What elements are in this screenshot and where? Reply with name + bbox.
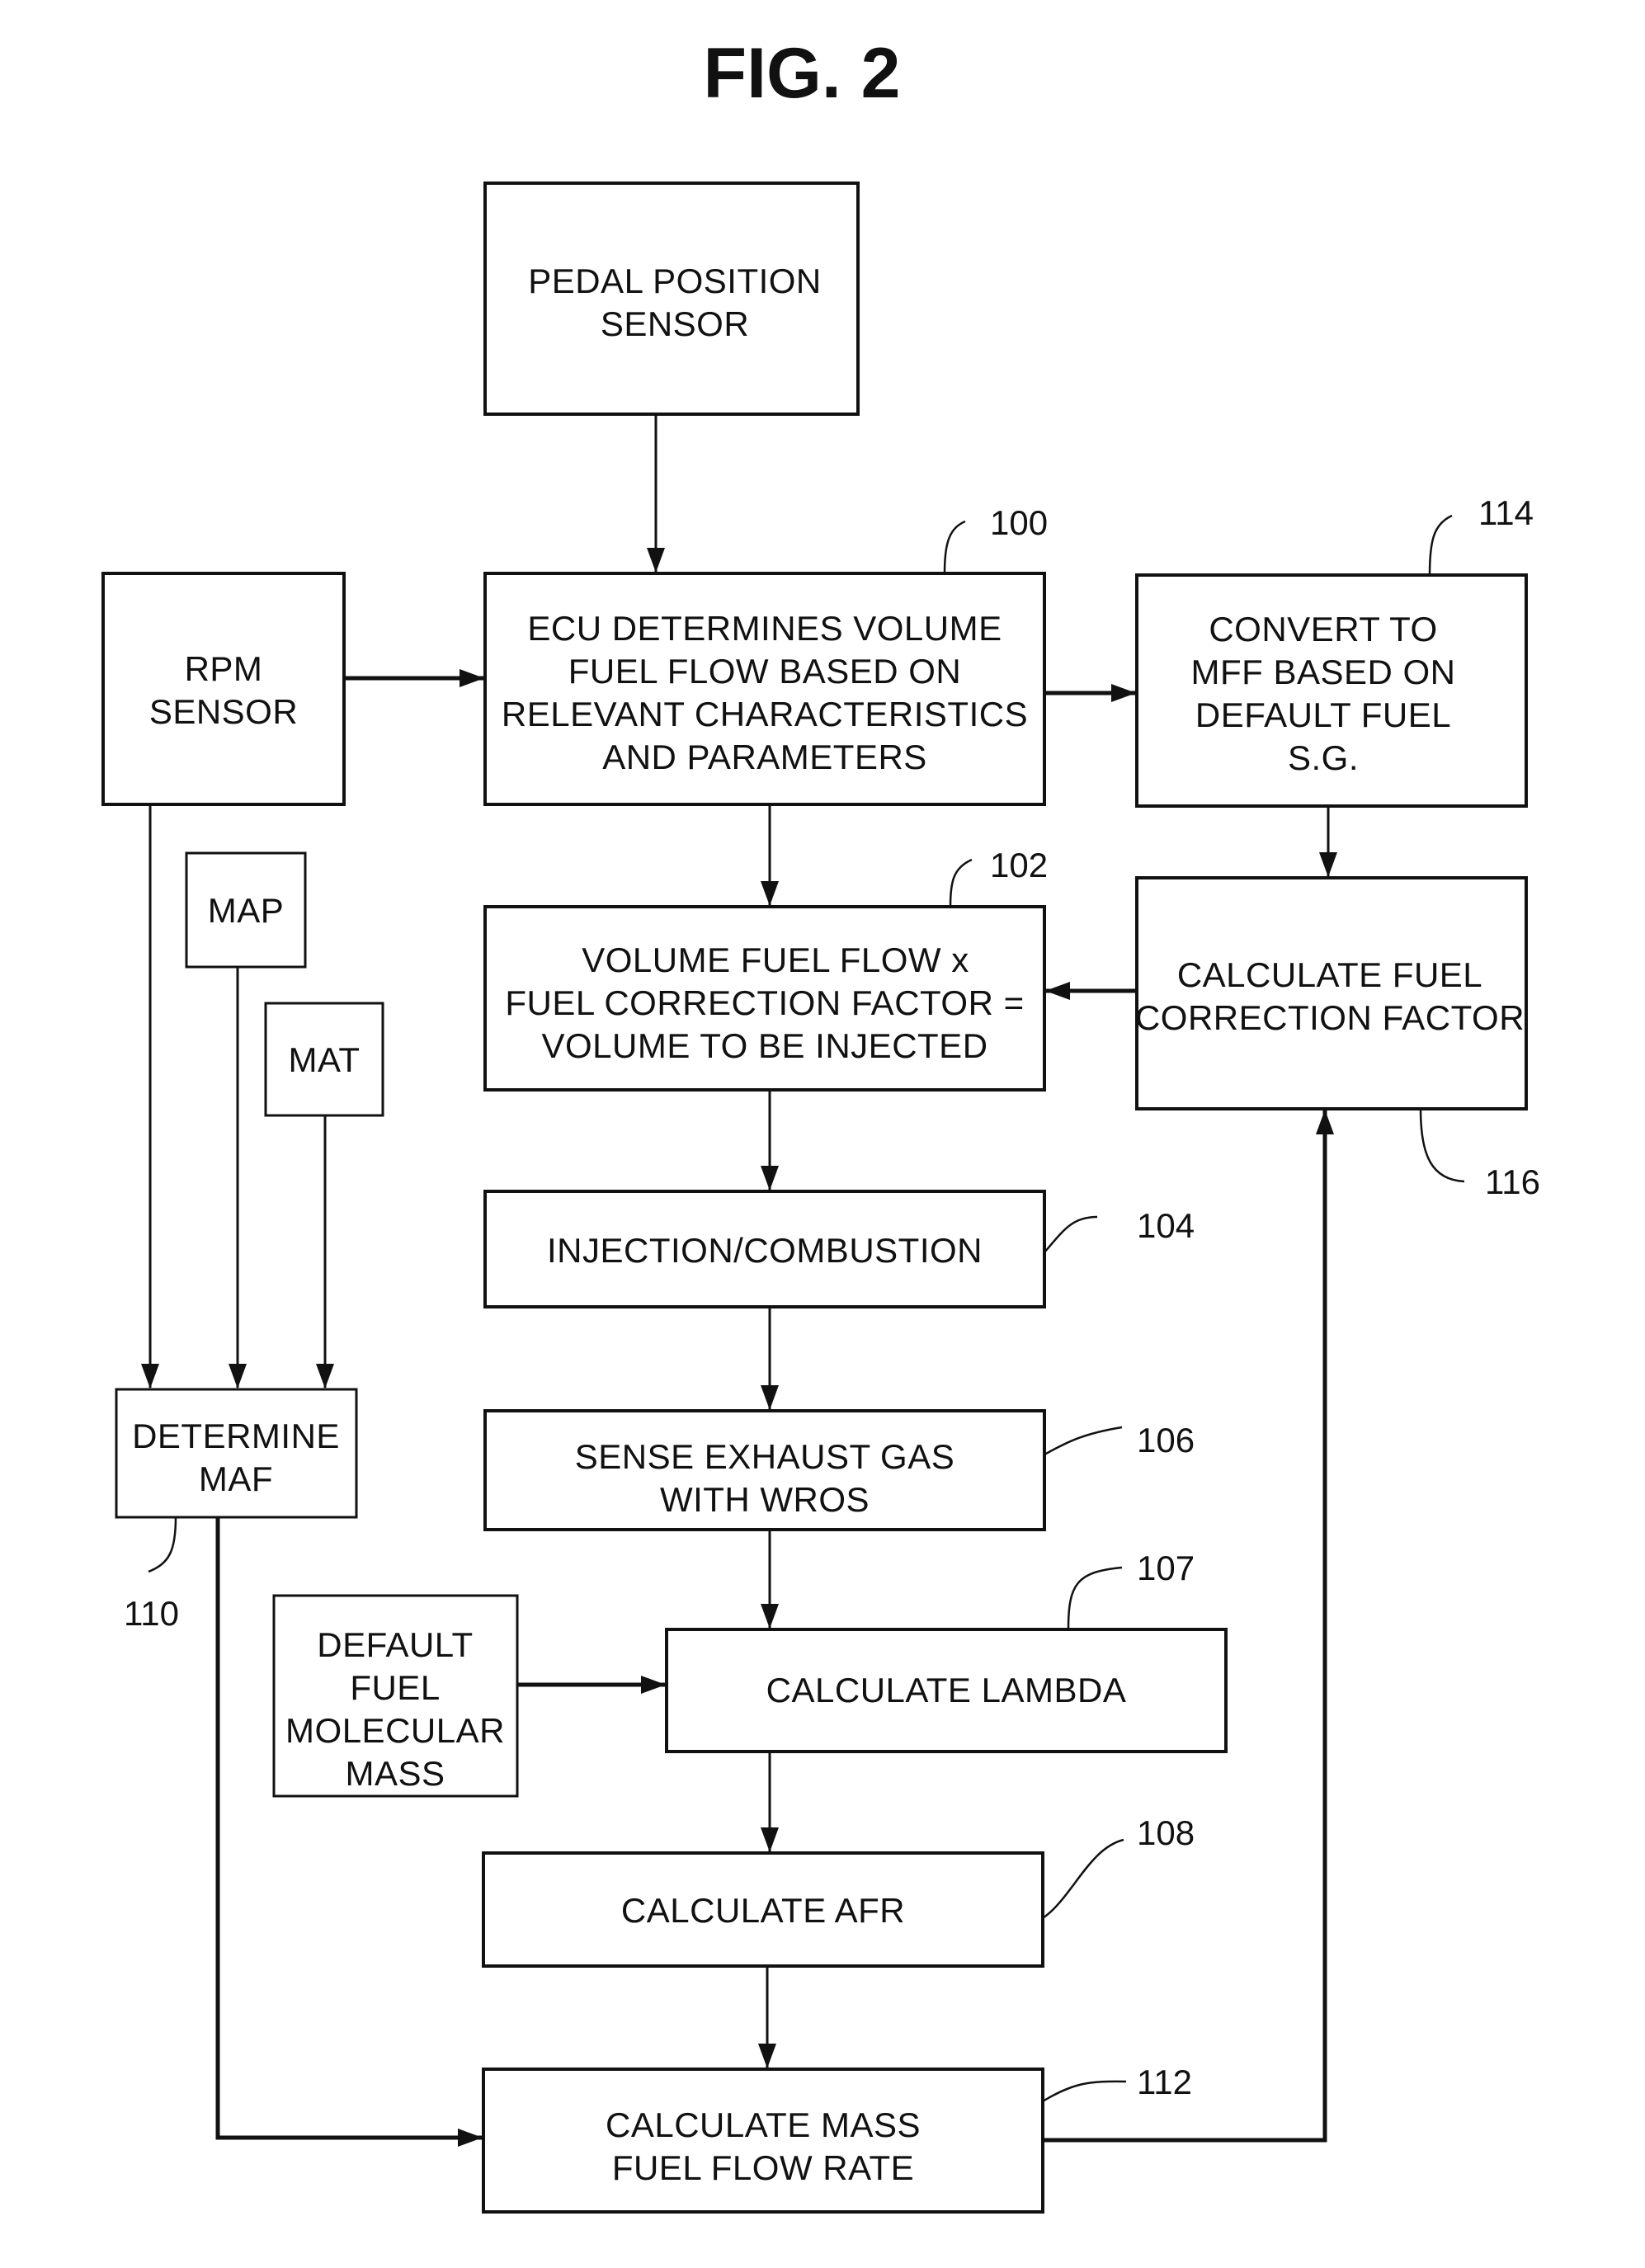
block-text-line: PEDAL POSITION xyxy=(528,262,822,300)
ref-label-100: 100 xyxy=(990,503,1048,542)
block-calculate-mass-fuel-flow-rate: CALCULATE MASS FUEL FLOW RATE xyxy=(482,2068,1044,2214)
block-convert-to-mff: CONVERT TO MFF BASED ON DEFAULT FUEL S.G… xyxy=(1135,573,1528,808)
block-text-line: AND PARAMETERS xyxy=(602,738,927,776)
block-text-line: FUEL CORRECTION FACTOR = xyxy=(505,983,1024,1022)
ref-label-104: 104 xyxy=(1137,1206,1195,1245)
block-text-line: DEFAULT xyxy=(317,1625,473,1664)
block-text-line: FUEL FLOW RATE xyxy=(612,2148,914,2187)
figure-title: FIG. 2 xyxy=(704,34,901,113)
ref-leader-112 xyxy=(1042,2080,1127,2103)
block-text-line: MFF BASED ON xyxy=(1190,653,1455,691)
block-text-line: MAF xyxy=(199,1459,273,1498)
ref-label-112: 112 xyxy=(1137,2063,1192,2101)
ref-leader-116 xyxy=(1419,1108,1465,1183)
block-pedal-position-sensor: PEDAL POSITION SENSOR xyxy=(483,182,860,416)
ref-label-102: 102 xyxy=(990,846,1048,884)
block-text-line: DETERMINE xyxy=(132,1417,340,1455)
ref-label-116: 116 xyxy=(1485,1162,1540,1201)
block-text-line: MAP xyxy=(208,891,285,930)
ref-leader-104 xyxy=(1044,1215,1098,1253)
block-text-line: DEFAULT FUEL xyxy=(1195,695,1451,734)
block-text-line: CALCULATE AFR xyxy=(621,1891,905,1930)
block-calculate-lambda: CALCULATE LAMBDA xyxy=(665,1628,1228,1753)
ref-label-110: 110 xyxy=(124,1594,179,1633)
ref-leader-106 xyxy=(1044,1426,1123,1456)
block-text-line: MOLECULAR xyxy=(285,1711,505,1750)
block-text-line: MAT xyxy=(288,1040,360,1079)
block-text-line: SENSOR xyxy=(149,692,298,731)
block-text-line: CONVERT TO xyxy=(1209,610,1437,648)
block-text-line: VOLUME FUEL FLOW x xyxy=(582,941,969,979)
ref-leader-107 xyxy=(1067,1566,1123,1630)
ref-label-108: 108 xyxy=(1137,1813,1195,1852)
block-text-line: RPM xyxy=(185,649,263,688)
block-rpm-sensor: RPM SENSOR xyxy=(101,572,346,806)
block-text-line: SENSE EXHAUST GAS xyxy=(575,1437,955,1476)
block-text-line: CALCULATE MASS xyxy=(606,2105,921,2144)
ref-leader-100 xyxy=(943,520,966,574)
block-sense-exhaust-gas: SENSE EXHAUST GAS WITH WROS xyxy=(483,1409,1046,1531)
block-text-line: CALCULATE LAMBDA xyxy=(766,1671,1127,1709)
block-default-fuel-molecular-mass: DEFAULT FUEL MOLECULAR MASS xyxy=(272,1594,519,1798)
block-text-line: VOLUME TO BE INJECTED xyxy=(541,1026,987,1065)
ref-leader-108 xyxy=(1042,1838,1124,1920)
block-text-line: FUEL FLOW BASED ON xyxy=(568,652,962,691)
block-map: MAP xyxy=(185,851,307,969)
block-volume-to-be-injected: VOLUME FUEL FLOW x FUEL CORRECTION FACTO… xyxy=(483,905,1046,1092)
block-calculate-fuel-correction-factor: CALCULATE FUEL CORRECTION FACTOR xyxy=(1135,876,1528,1110)
ref-label-106: 106 xyxy=(1137,1421,1195,1459)
block-text-line: CORRECTION FACTOR xyxy=(1135,998,1525,1037)
block-text-line: RELEVANT CHARACTERISTICS xyxy=(502,695,1028,733)
ref-leader-102 xyxy=(949,858,973,908)
ref-label-107: 107 xyxy=(1137,1549,1195,1587)
block-text-line: ECU DETERMINES VOLUME xyxy=(527,609,1002,648)
block-injection-combustion: INJECTION/COMBUSTION xyxy=(483,1190,1046,1308)
block-text-line: INJECTION/COMBUSTION xyxy=(547,1231,983,1270)
ref-label-114: 114 xyxy=(1478,493,1534,532)
block-text-line: S.G. xyxy=(1288,738,1359,777)
block-ecu-determines-volume: ECU DETERMINES VOLUME FUEL FLOW BASED ON… xyxy=(483,572,1046,806)
block-text-line: SENSOR xyxy=(601,304,749,343)
ref-leader-114 xyxy=(1428,514,1453,576)
block-text-line: FUEL xyxy=(350,1668,440,1707)
block-mat: MAT xyxy=(264,1002,384,1117)
block-text-line: MASS xyxy=(345,1754,445,1793)
arrow-mass-to-correction xyxy=(1043,1110,1334,2143)
block-determine-maf: DETERMINE MAF xyxy=(115,1388,358,1519)
block-calculate-afr: CALCULATE AFR xyxy=(482,1851,1044,1968)
block-text-line: WITH WROS xyxy=(660,1480,870,1519)
block-text-line: CALCULATE FUEL xyxy=(1177,955,1482,994)
ref-leader-110 xyxy=(148,1516,177,1573)
flowchart-figure: FIG. 2 PEDAL POSITION SENSOR RPM SENSOR … xyxy=(101,34,1540,2214)
